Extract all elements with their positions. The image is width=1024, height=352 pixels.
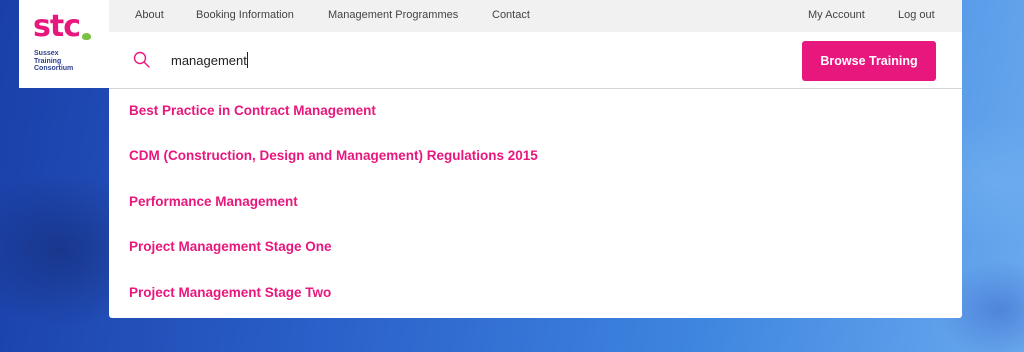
logo-subtitle-line: Training (34, 57, 62, 65)
text-caret (247, 52, 248, 68)
logo-subtitle-line: Sussex (34, 50, 59, 57)
logo-subtitle: Sussex Training Consortium (34, 50, 73, 73)
nav-booking-information[interactable]: Booking Information (196, 9, 294, 21)
nav-about[interactable]: About (135, 9, 164, 21)
search-result-item[interactable]: Best Practice in Contract Management (129, 103, 376, 118)
search-result-item[interactable]: Project Management Stage One (129, 239, 332, 254)
logo-subtitle-line: Consortium (34, 65, 74, 72)
top-nav: About Booking Information Management Pro… (109, 0, 962, 32)
logo[interactable]: stc Sussex Training Consortium (19, 0, 109, 88)
nav-contact[interactable]: Contact (492, 9, 530, 21)
search-icon[interactable] (133, 51, 151, 69)
nav-log-out[interactable]: Log out (898, 9, 935, 21)
search-bar: Browse Training (109, 32, 962, 89)
search-result-item[interactable]: CDM (Construction, Design and Management… (129, 148, 538, 163)
search-result-item[interactable]: Project Management Stage Two (129, 285, 331, 300)
search-input[interactable] (171, 48, 571, 72)
logo-leaf-icon (82, 33, 91, 40)
search-results-dropdown: Best Practice in Contract Management CDM… (109, 89, 962, 318)
nav-management-programmes[interactable]: Management Programmes (328, 9, 458, 21)
search-result-item[interactable]: Performance Management (129, 194, 298, 209)
logo-mark: stc (33, 9, 81, 44)
nav-my-account[interactable]: My Account (808, 9, 865, 21)
browse-training-button[interactable]: Browse Training (802, 41, 936, 81)
